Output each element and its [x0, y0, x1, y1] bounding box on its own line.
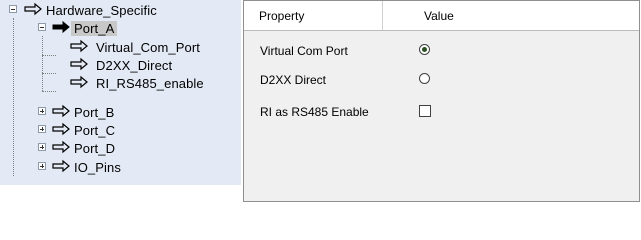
arrow-right-icon — [52, 159, 70, 173]
tree-node-label: Port_B — [74, 105, 115, 120]
tree-node-label: Hardware_Specific — [46, 3, 157, 18]
property-name: D2XX Direct — [260, 73, 327, 87]
expand-icon[interactable] — [38, 143, 46, 151]
virtual-com-port-radio[interactable] — [419, 44, 430, 55]
tree-node-label: Port_A — [71, 21, 118, 36]
property-row-d2xx-direct: D2XX Direct — [244, 69, 639, 91]
ri-rs485-enable-checkbox[interactable] — [419, 105, 431, 117]
arrow-right-icon — [52, 140, 70, 154]
property-name: Virtual Com Port — [260, 44, 348, 58]
tree-node-label: IO_Pins — [74, 160, 121, 175]
tree-node-io-pins[interactable]: IO_Pins — [0, 158, 240, 176]
tree-node-d2xx-direct[interactable]: D2XX_Direct — [0, 56, 240, 74]
value-column-header[interactable]: Value — [424, 9, 454, 23]
tree-node-port-c[interactable]: Port_C — [0, 121, 240, 139]
arrow-right-icon — [70, 39, 88, 53]
tree-node-label: Virtual_Com_Port — [96, 40, 200, 55]
radio-selected-dot — [422, 47, 427, 52]
tree-view: Hardware_Specific Port_A Virtual_Com_Por… — [0, 0, 241, 185]
grid-header: Property Value — [244, 1, 639, 31]
tree-node-ri-rs485-enable[interactable]: RI_RS485_enable — [0, 74, 240, 92]
tree-node-port-a[interactable]: Port_A — [0, 19, 240, 37]
arrow-right-icon — [52, 20, 70, 34]
collapse-icon[interactable] — [38, 23, 46, 31]
d2xx-direct-radio[interactable] — [419, 73, 430, 84]
tree-node-label: RI_RS485_enable — [96, 76, 204, 91]
property-name: RI as RS485 Enable — [260, 105, 369, 119]
expand-icon[interactable] — [38, 107, 46, 115]
arrow-right-icon — [52, 104, 70, 118]
tree-node-port-b[interactable]: Port_B — [0, 103, 240, 121]
grid-body: Virtual Com Port D2XX Direct RI as RS485… — [244, 31, 639, 201]
expand-icon[interactable] — [38, 162, 46, 170]
arrow-right-icon — [70, 75, 88, 89]
tree-node-port-d[interactable]: Port_D — [0, 139, 240, 157]
tree-node-virtual-com-port[interactable]: Virtual_Com_Port — [0, 38, 240, 56]
property-row-virtual-com-port: Virtual Com Port — [244, 40, 639, 62]
collapse-icon[interactable] — [9, 5, 17, 13]
tree-node-label: Port_C — [74, 123, 116, 138]
tree-node-label: Port_D — [74, 141, 116, 156]
tree-node-label: D2XX_Direct — [96, 58, 173, 73]
property-grid: Property Value Virtual Com Port D2XX Dir… — [243, 0, 640, 202]
property-column-header[interactable]: Property — [259, 9, 304, 23]
arrow-right-icon — [70, 57, 88, 71]
column-divider[interactable] — [382, 1, 383, 30]
tree-node-hardware-specific[interactable]: Hardware_Specific — [0, 1, 240, 19]
expand-icon[interactable] — [38, 125, 46, 133]
arrow-right-icon — [52, 122, 70, 136]
property-row-ri-rs485-enable: RI as RS485 Enable — [244, 101, 639, 123]
arrow-right-icon — [24, 2, 42, 16]
